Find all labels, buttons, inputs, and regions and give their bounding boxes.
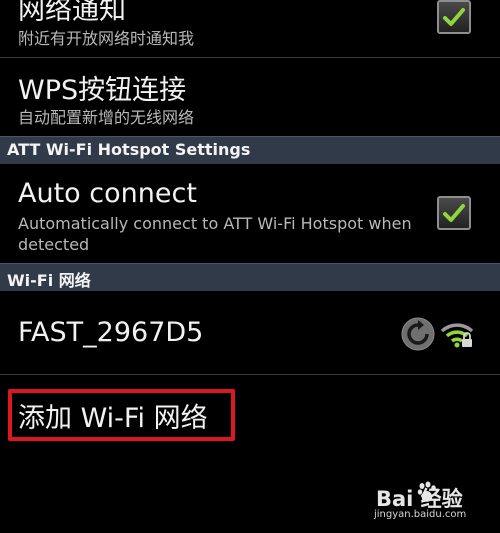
checkmark-icon (443, 204, 465, 222)
wps-title: WPS按钮连接 (18, 75, 187, 106)
wifi-networks-header: Wi-Fi 网络 (0, 263, 500, 291)
auto-connect-checkbox[interactable] (437, 196, 471, 230)
network-ssid: FAST_2967D5 (18, 317, 204, 348)
wifi-networks-header-label: Wi-Fi 网络 (7, 271, 91, 290)
att-hotspot-header-label: ATT Wi-Fi Hotspot Settings (7, 140, 251, 159)
auto-connect-row[interactable]: Auto connect Automatically connect to AT… (0, 164, 500, 262)
checkmark-icon (443, 8, 465, 26)
wps-refresh-icon (401, 317, 435, 351)
att-hotspot-header: ATT Wi-Fi Hotspot Settings (0, 136, 500, 164)
watermark-url: jingyan.baidu.com (374, 509, 467, 520)
auto-connect-title: Auto connect (18, 178, 197, 209)
wifi-signal-locked-icon (440, 323, 474, 348)
annotation-highlight-box (8, 389, 235, 441)
wifi-network-row[interactable]: FAST_2967D5 (0, 292, 500, 374)
auto-connect-subtitle: Automatically connect to ATT Wi-Fi Hotsp… (18, 214, 412, 254)
baidu-watermark: Bai 经验 jingyan.baidu.com (372, 481, 492, 525)
wps-subtitle: 自动配置新增的无线网络 (18, 108, 195, 127)
wps-row[interactable]: WPS按钮连接 自动配置新增的无线网络 (0, 58, 500, 135)
network-notify-title: 网络通知 (18, 0, 126, 26)
baidu-paw-icon (417, 481, 436, 502)
network-notify-checkbox[interactable] (437, 0, 471, 34)
network-notify-subtitle: 附近有开放网络时通知我 (18, 29, 195, 48)
network-notify-row[interactable]: 网络通知 附近有开放网络时通知我 (0, 0, 500, 57)
